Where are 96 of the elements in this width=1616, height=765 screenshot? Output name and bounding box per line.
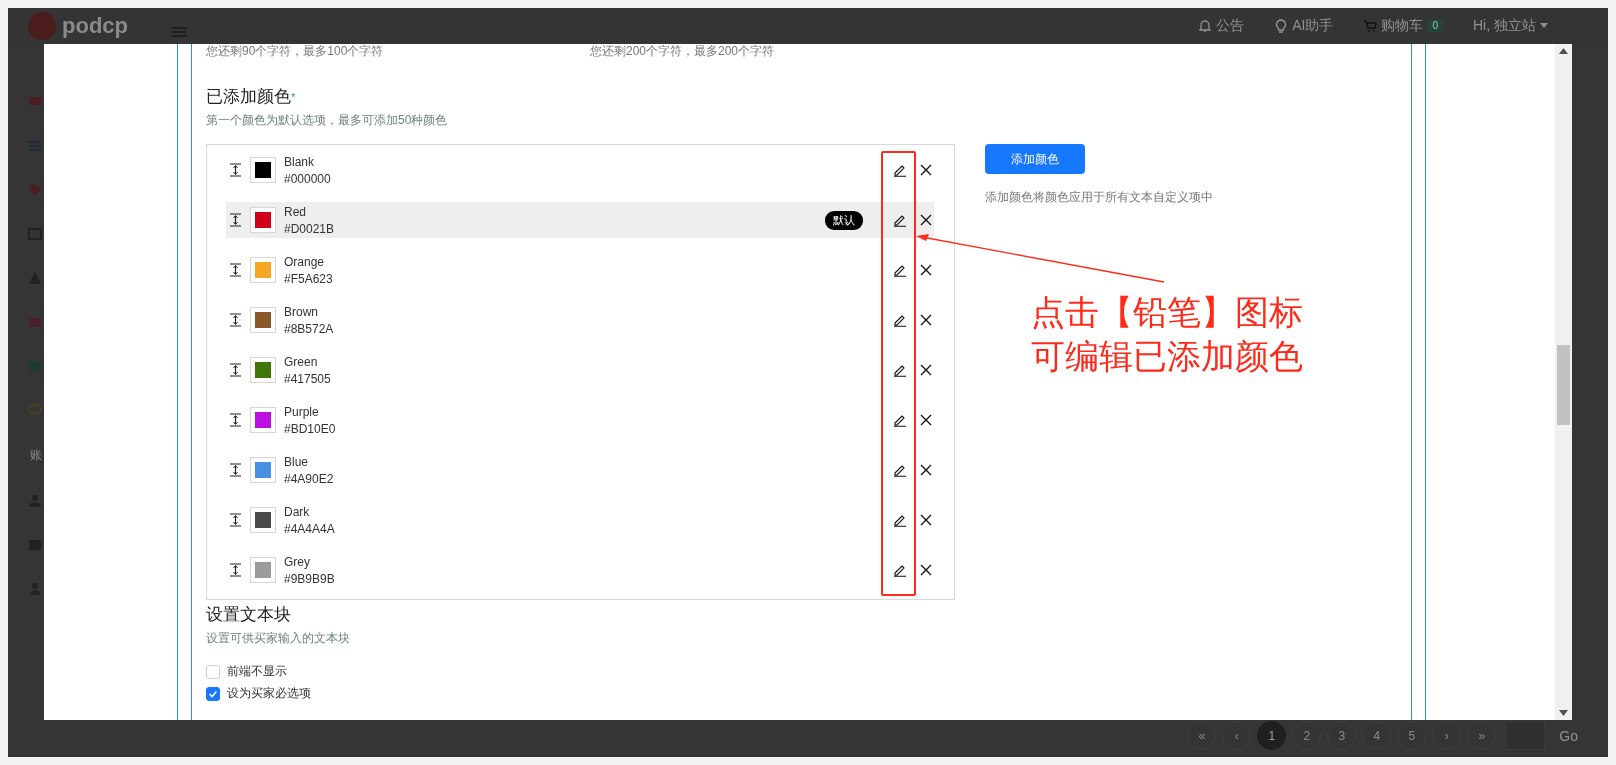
color-hex: #8B572A [284, 321, 334, 336]
color-name: Purple [284, 404, 320, 419]
color-hex: #F5A623 [284, 271, 333, 286]
nav-item[interactable]: 购物车 0 [1363, 16, 1443, 35]
checkbox[interactable] [206, 686, 220, 701]
section-hint: 第一个颜色为默认选项，最多可添加50种颜色 [206, 113, 449, 127]
caret-icon [1540, 23, 1548, 28]
nav-item[interactable]: AI助手 [1274, 16, 1334, 35]
page-button[interactable]: › [1432, 721, 1462, 750]
logo-mark [28, 11, 56, 40]
color-row[interactable]: Green #417505 [226, 352, 934, 388]
edit-icon[interactable] [893, 413, 907, 427]
edit-icon[interactable] [893, 463, 907, 477]
drag-handle-icon[interactable] [230, 563, 241, 577]
checkbox-label: 设为买家必选项 [227, 685, 311, 702]
page-button[interactable]: 1 [1257, 721, 1287, 750]
color-name: Blank [284, 154, 316, 169]
checkbox-label: 前端不显示 [227, 663, 287, 680]
page-button[interactable]: 4 [1362, 721, 1392, 750]
color-hex: #4A90E2 [284, 471, 334, 486]
scrollbar[interactable] [1555, 44, 1572, 720]
annotation-text: 点击【铅笔】图标 [1031, 292, 1303, 333]
lightbulb-icon [1274, 18, 1289, 33]
annotation-text: 可编辑已添加颜色 [1031, 336, 1303, 377]
color-row[interactable]: Grey #9B9B9B [226, 552, 934, 588]
bell-icon [1198, 18, 1213, 33]
color-row[interactable]: Blank #000000 [226, 152, 934, 188]
nav-item[interactable]: Hi, 独立站 [1473, 16, 1548, 35]
page-button[interactable]: » [1467, 721, 1497, 750]
edit-icon[interactable] [893, 263, 907, 277]
drag-handle-icon[interactable] [230, 163, 241, 177]
color-name: Red [284, 204, 307, 219]
add-color-hint: 添加颜色将颜色应用于所有文本自定义项中 [985, 189, 1213, 206]
sidebar-section-label: 账 [30, 447, 42, 464]
drag-handle-icon[interactable] [230, 463, 241, 477]
go-button[interactable]: Go [1559, 727, 1578, 744]
drag-handle-icon[interactable] [230, 313, 241, 327]
close-icon[interactable] [920, 414, 932, 426]
color-row[interactable]: Blue #4A90E2 [226, 452, 934, 488]
close-icon[interactable] [920, 514, 932, 526]
edit-icon[interactable] [893, 213, 907, 227]
color-hex: #000000 [284, 171, 331, 186]
edit-icon[interactable] [893, 363, 907, 377]
page-button[interactable]: « [1187, 721, 1217, 750]
color-row[interactable]: Red #D0021B 默认 [226, 202, 934, 238]
add-color-button[interactable]: 添加颜色 [985, 144, 1085, 174]
color-hex: #BD10E0 [284, 421, 336, 436]
edit-icon[interactable] [893, 313, 907, 327]
color-row[interactable]: Brown #8B572A [226, 302, 934, 338]
drag-handle-icon[interactable] [230, 513, 241, 527]
color-row[interactable]: Orange #F5A623 [226, 252, 934, 288]
default-badge: 默认 [825, 210, 863, 230]
color-hex: #D0021B [284, 221, 335, 236]
required-mark: * [291, 91, 296, 103]
color-hex: #9B9B9B [284, 571, 335, 586]
color-name: Brown [284, 304, 319, 319]
close-icon[interactable] [920, 314, 932, 326]
section-hint: 设置可供买家输入的文本块 [206, 631, 351, 645]
drag-handle-icon[interactable] [230, 363, 241, 377]
close-icon[interactable] [920, 164, 932, 176]
scroll-up-icon[interactable] [1559, 48, 1568, 54]
color-name: Green [284, 354, 319, 369]
scrollbar-thumb[interactable] [1557, 345, 1570, 425]
color-hex: #4A4A4A [284, 521, 335, 536]
close-icon[interactable] [920, 364, 932, 376]
page-input-field[interactable] [1505, 721, 1546, 750]
edit-icon[interactable] [893, 513, 907, 527]
char-count-hint: 您还剩90个字符，最多100个字符 [206, 44, 385, 58]
color-name: Dark [284, 504, 311, 519]
scroll-down-icon[interactable] [1559, 710, 1568, 716]
drag-handle-icon[interactable] [230, 413, 241, 427]
close-icon[interactable] [920, 464, 932, 476]
color-name: Grey [284, 554, 311, 569]
close-icon[interactable] [920, 264, 932, 276]
char-count-hint: 您还剩200个字符，最多200个字符 [590, 44, 776, 58]
color-name: Blue [284, 454, 310, 469]
cart-icon [1363, 18, 1378, 33]
close-icon[interactable] [920, 564, 932, 576]
color-hex: #417505 [284, 371, 331, 386]
edit-icon[interactable] [893, 163, 907, 177]
drag-handle-icon[interactable] [230, 263, 241, 277]
close-icon[interactable] [920, 214, 932, 226]
nav-item[interactable]: 公告 [1198, 16, 1245, 35]
page-button[interactable]: 3 [1327, 721, 1357, 750]
count-badge: 0 [1427, 19, 1443, 32]
color-row[interactable]: Dark #4A4A4A [226, 502, 934, 538]
page-button[interactable]: 5 [1397, 721, 1427, 750]
color-row[interactable]: Purple #BD10E0 [226, 402, 934, 438]
section-title: 设置文本块 [206, 604, 292, 626]
logo-text: podcp [62, 12, 128, 39]
drag-handle-icon[interactable] [230, 213, 241, 227]
page-button[interactable]: 2 [1292, 721, 1322, 750]
edit-icon[interactable] [893, 563, 907, 577]
page-button[interactable]: ‹ [1222, 721, 1252, 750]
section-title: 已添加颜色 [206, 86, 291, 108]
color-name: Orange [284, 254, 326, 269]
